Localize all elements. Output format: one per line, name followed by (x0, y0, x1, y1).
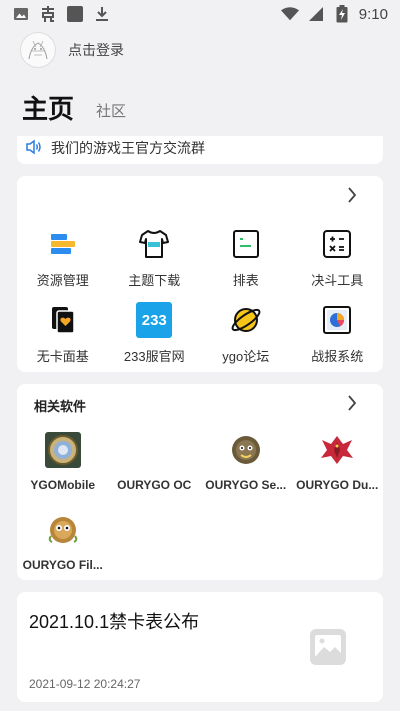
speaker-icon (25, 139, 43, 158)
news-title[interactable]: 2021.10.1禁卡表公布 (29, 608, 199, 634)
status-bar-system: 9:10 (280, 5, 388, 23)
furry-monster-icon (228, 432, 264, 468)
news-card[interactable]: 2021.10.1禁卡表公布 2021-09-12 20:24:27 (17, 592, 383, 702)
blank-app-icon (136, 432, 172, 468)
site-233-badge: 233 (141, 311, 167, 329)
tool-label: 决斗工具 (311, 273, 364, 288)
software-label: YGOMobile (30, 478, 96, 492)
tool-theme-download[interactable]: 主题下载 (109, 226, 201, 302)
chevron-right-icon[interactable] (345, 395, 359, 411)
notice-banner[interactable]: 我们的游戏王官方交流群 (17, 136, 383, 164)
tool-label: ygo论坛 (222, 349, 270, 364)
deck-sheet-icon (228, 226, 264, 262)
ygomobile-icon (44, 432, 81, 468)
status-bar: 9:10 (0, 0, 400, 28)
red-dragon-icon (319, 432, 355, 468)
tools-card: 资源管理 主题下载 排表 决斗工具 无卡面基 233 233服官网 ygo论坛 … (17, 176, 383, 372)
tool-label: 资源管理 (36, 273, 89, 288)
software-label: OURYGO OC (117, 478, 192, 492)
avatar[interactable] (20, 32, 56, 68)
planet-icon (228, 302, 264, 338)
tool-deck-sheet[interactable]: 排表 (200, 226, 292, 302)
related-software-card: 相关软件 YGOMobile OURYGO OC OURYGO Se... OU… (17, 384, 383, 580)
software-label: OURYGO Fil... (22, 558, 103, 572)
ghost-app-icon (39, 5, 57, 23)
tool-battle-report[interactable]: 战报系统 (292, 302, 384, 378)
square-app-icon (66, 5, 84, 23)
image-icon (12, 5, 30, 23)
report-chart-icon (319, 302, 355, 338)
tab-home[interactable]: 主页 (22, 89, 74, 126)
software-item[interactable]: OURYGO Du... (292, 432, 384, 512)
software-label: OURYGO Se... (205, 478, 287, 492)
calculator-icon (319, 226, 355, 262)
resource-stack-icon (45, 226, 81, 262)
tool-duel-tools[interactable]: 决斗工具 (292, 226, 384, 302)
battery-charging-icon (333, 5, 351, 23)
software-item[interactable]: OURYGO Se... (200, 432, 292, 512)
software-item[interactable]: OURYGO Fil... (17, 512, 109, 592)
cards-heart-icon (45, 302, 81, 338)
tool-label: 排表 (232, 273, 259, 288)
status-bar-notifications (12, 5, 111, 23)
download-icon (93, 5, 111, 23)
tool-233-site[interactable]: 233 233服官网 (109, 302, 201, 378)
software-label: OURYGO Du... (296, 478, 379, 492)
tool-label: 战报系统 (311, 349, 364, 364)
image-placeholder-icon (309, 628, 347, 666)
software-grid: YGOMobile OURYGO OC OURYGO Se... OURYGO … (17, 432, 383, 592)
tools-grid: 资源管理 主题下载 排表 决斗工具 无卡面基 233 233服官网 ygo论坛 … (17, 226, 383, 378)
chevron-right-icon[interactable] (345, 187, 359, 203)
tshirt-icon (136, 226, 172, 262)
software-item[interactable]: YGOMobile (17, 432, 109, 512)
software-item[interactable]: OURYGO OC (109, 432, 201, 512)
tool-label: 无卡面基 (36, 349, 89, 364)
section-title: 相关软件 (34, 399, 87, 414)
status-time: 9:10 (358, 5, 388, 23)
login-label[interactable]: 点击登录 (68, 40, 124, 60)
tool-label: 主题下载 (128, 273, 181, 288)
tool-resource-manager[interactable]: 资源管理 (17, 226, 109, 302)
signal-icon (307, 5, 325, 23)
site-233-icon: 233 (136, 302, 173, 338)
login-row[interactable]: 点击登录 (20, 32, 124, 68)
wifi-icon (280, 5, 299, 23)
tab-community[interactable]: 社区 (96, 100, 126, 126)
news-date: 2021-09-12 20:24:27 (29, 677, 141, 691)
tool-cardless-meetup[interactable]: 无卡面基 (17, 302, 109, 378)
tool-label: 233服官网 (123, 349, 185, 364)
main-tabs: 主页 社区 (22, 86, 126, 126)
notice-text: 我们的游戏王官方交流群 (51, 140, 205, 156)
tool-ygo-forum[interactable]: ygo论坛 (200, 302, 292, 378)
kuriboh-icon (45, 512, 81, 548)
